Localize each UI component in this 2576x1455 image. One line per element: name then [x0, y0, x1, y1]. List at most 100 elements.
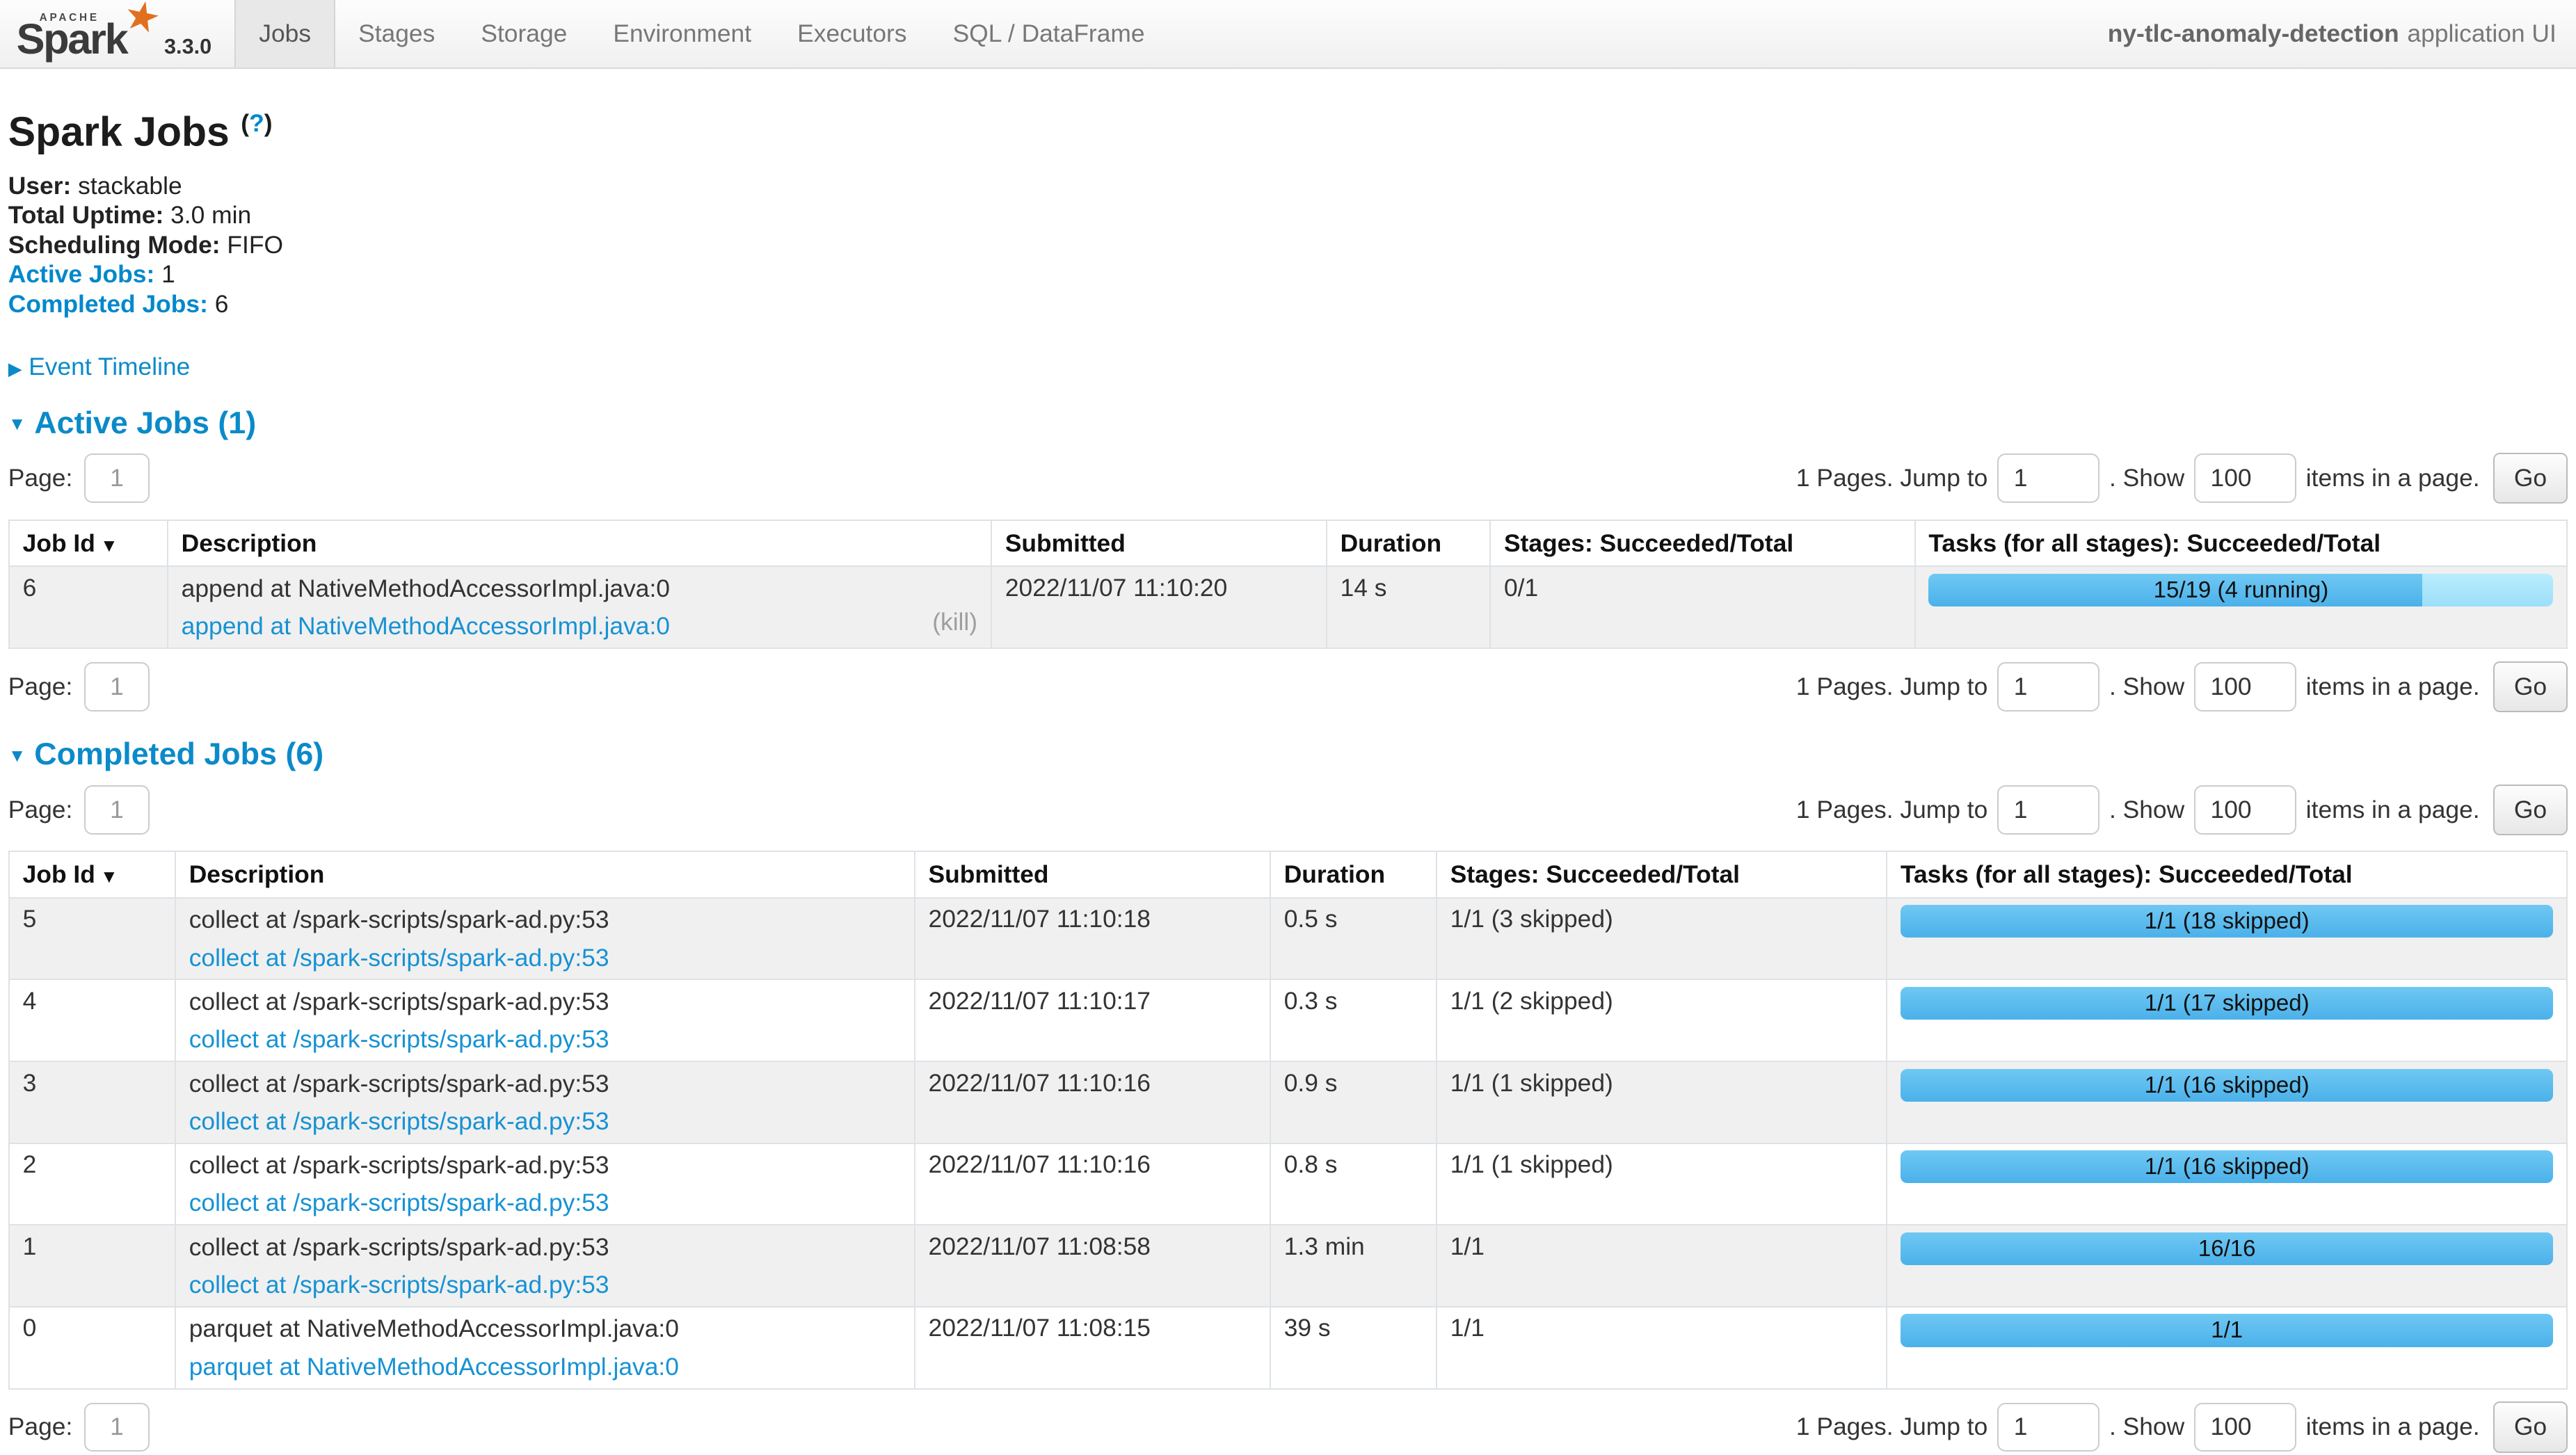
page-number-input[interactable]: [84, 662, 150, 712]
items-text: items in a page.: [2306, 796, 2480, 824]
job-description-text: append at NativeMethodAccessorImpl.java:…: [182, 574, 977, 603]
spark-logo[interactable]: APACHE Spark ★ 3.3.0: [13, 0, 211, 67]
header-stages[interactable]: Stages: Succeeded/Total: [1437, 851, 1887, 898]
tasks-progress-bar: 1/1 (18 skipped): [1901, 905, 2554, 938]
show-text: . Show: [2109, 464, 2184, 492]
job-detail-link[interactable]: collect at /spark-scripts/spark-ad.py:53: [189, 1189, 609, 1216]
job-detail-link[interactable]: parquet at NativeMethodAccessorImpl.java…: [189, 1353, 679, 1381]
job-stages-cell: 1/1: [1437, 1225, 1887, 1307]
job-submitted-cell: 2022/11/07 11:08:15: [915, 1307, 1270, 1389]
go-button[interactable]: Go: [2493, 661, 2568, 712]
pages-jump-text: 1 Pages. Jump to: [1796, 1413, 1987, 1441]
job-tasks-cell: 16/16: [1887, 1225, 2567, 1307]
tasks-progress-bar: 1/1: [1901, 1314, 2554, 1347]
completed-jobs-link[interactable]: Completed Jobs:: [8, 290, 208, 318]
page-number-input[interactable]: [84, 1403, 150, 1452]
job-detail-link[interactable]: collect at /spark-scripts/spark-ad.py:53: [189, 1025, 609, 1053]
pagination-bar: Page: 1 Pages. Jump to . Show items in a…: [8, 782, 2568, 837]
header-duration[interactable]: Duration: [1270, 851, 1437, 898]
job-description-text: collect at /spark-scripts/spark-ad.py:53: [189, 1069, 901, 1098]
application-name: ny-tlc-anomaly-detection: [2108, 19, 2399, 48]
help-sup: (?): [241, 109, 272, 137]
header-tasks[interactable]: Tasks (for all stages): Succeeded/Total: [1915, 520, 2568, 567]
tasks-progress-bar: 1/1 (17 skipped): [1901, 987, 2554, 1020]
spark-jobs-page: APACHE Spark ★ 3.3.0 Jobs Stages Storage…: [0, 0, 2576, 1455]
items-per-page-input[interactable]: [2194, 453, 2296, 503]
stat-completed-jobs: Completed Jobs: 6: [8, 289, 2568, 319]
tab-storage[interactable]: Storage: [458, 0, 590, 67]
kill-link[interactable]: (kill): [932, 608, 977, 636]
job-detail-link[interactable]: append at NativeMethodAccessorImpl.java:…: [182, 612, 670, 640]
job-stages-cell: 1/1 (2 skipped): [1437, 979, 1887, 1061]
job-description-cell: collect at /spark-scripts/spark-ad.py:53…: [175, 1061, 915, 1143]
items-text: items in a page.: [2306, 464, 2480, 492]
spark-wordmark: Spark: [17, 15, 127, 64]
job-description-cell: append at NativeMethodAccessorImpl.java:…: [168, 566, 991, 648]
page-number-input[interactable]: [84, 785, 150, 835]
job-submitted-cell: 2022/11/07 11:08:58: [915, 1225, 1270, 1307]
tasks-progress-label: 1/1 (16 skipped): [1901, 1069, 2554, 1102]
tab-executors[interactable]: Executors: [774, 0, 929, 67]
job-description-cell: collect at /spark-scripts/spark-ad.py:53…: [175, 1143, 915, 1225]
active-jobs-link[interactable]: Active Jobs:: [8, 260, 154, 288]
collapsed-arrow-icon: ▶: [8, 358, 22, 379]
header-description[interactable]: Description: [168, 520, 991, 567]
tasks-progress-bar: 15/19 (4 running): [1928, 574, 2553, 606]
header-job-id[interactable]: Job Id▼: [9, 520, 168, 567]
job-detail-link[interactable]: collect at /spark-scripts/spark-ad.py:53: [189, 1107, 609, 1135]
tab-sql-dataframe[interactable]: SQL / DataFrame: [930, 0, 1168, 67]
header-submitted[interactable]: Submitted: [991, 520, 1327, 567]
go-button[interactable]: Go: [2493, 785, 2568, 835]
job-id-cell: 3: [9, 1061, 175, 1143]
job-duration-cell: 0.8 s: [1270, 1143, 1437, 1225]
items-per-page-input[interactable]: [2194, 662, 2296, 712]
tasks-progress-label: 1/1: [1901, 1314, 2554, 1347]
job-row: 1collect at /spark-scripts/spark-ad.py:5…: [9, 1225, 2568, 1307]
job-detail-link[interactable]: collect at /spark-scripts/spark-ad.py:53: [189, 1271, 609, 1299]
job-row: 5collect at /spark-scripts/spark-ad.py:5…: [9, 898, 2568, 980]
job-description-text: parquet at NativeMethodAccessorImpl.java…: [189, 1314, 901, 1343]
job-id-cell: 6: [9, 566, 168, 648]
spark-star-icon: ★: [120, 0, 165, 41]
page-content: Spark Jobs (?) User: stackable Total Upt…: [0, 102, 2576, 1455]
header-tasks[interactable]: Tasks (for all stages): Succeeded/Total: [1887, 851, 2567, 898]
help-link[interactable]: ?: [249, 109, 264, 137]
page-label: Page:: [8, 464, 73, 492]
job-row: 0parquet at NativeMethodAccessorImpl.jav…: [9, 1307, 2568, 1389]
job-row: 3collect at /spark-scripts/spark-ad.py:5…: [9, 1061, 2568, 1143]
jump-to-page-input[interactable]: [1997, 785, 2099, 835]
event-timeline-toggle[interactable]: ▶Event Timeline: [8, 352, 2568, 383]
completed-jobs-title: Completed Jobs (6): [34, 736, 323, 771]
job-description-text: collect at /spark-scripts/spark-ad.py:53: [189, 987, 901, 1016]
header-submitted[interactable]: Submitted: [915, 851, 1270, 898]
completed-jobs-section-header[interactable]: ▼Completed Jobs (6): [8, 737, 2568, 771]
page-title: Spark Jobs (?): [8, 102, 2568, 154]
stat-completed-value: 6: [215, 290, 229, 318]
page-number-input[interactable]: [84, 453, 150, 503]
job-submitted-cell: 2022/11/07 11:10:16: [915, 1061, 1270, 1143]
job-duration-cell: 39 s: [1270, 1307, 1437, 1389]
stat-scheduling-label: Scheduling Mode:: [8, 231, 221, 259]
tab-environment[interactable]: Environment: [590, 0, 774, 67]
go-button[interactable]: Go: [2493, 1401, 2568, 1452]
header-description[interactable]: Description: [175, 851, 915, 898]
header-duration[interactable]: Duration: [1327, 520, 1490, 567]
header-job-id[interactable]: Job Id▼: [9, 851, 175, 898]
tab-jobs[interactable]: Jobs: [234, 0, 335, 67]
jump-to-page-input[interactable]: [1997, 453, 2099, 503]
items-per-page-input[interactable]: [2194, 785, 2296, 835]
jump-to-page-input[interactable]: [1997, 1403, 2099, 1452]
job-description-text: collect at /spark-scripts/spark-ad.py:53: [189, 1232, 901, 1262]
job-duration-cell: 0.5 s: [1270, 898, 1437, 980]
items-per-page-input[interactable]: [2194, 1403, 2296, 1452]
job-description-text: collect at /spark-scripts/spark-ad.py:53: [189, 1150, 901, 1180]
header-stages[interactable]: Stages: Succeeded/Total: [1490, 520, 1914, 567]
job-tasks-cell: 1/1 (18 skipped): [1887, 898, 2567, 980]
job-detail-link[interactable]: collect at /spark-scripts/spark-ad.py:53: [189, 944, 609, 972]
active-jobs-section-header[interactable]: ▼Active Jobs (1): [8, 406, 2568, 440]
tab-stages[interactable]: Stages: [335, 0, 458, 67]
go-button[interactable]: Go: [2493, 453, 2568, 504]
job-stages-cell: 0/1: [1490, 566, 1914, 648]
tasks-progress-label: 1/1 (18 skipped): [1901, 905, 2554, 938]
jump-to-page-input[interactable]: [1997, 662, 2099, 712]
